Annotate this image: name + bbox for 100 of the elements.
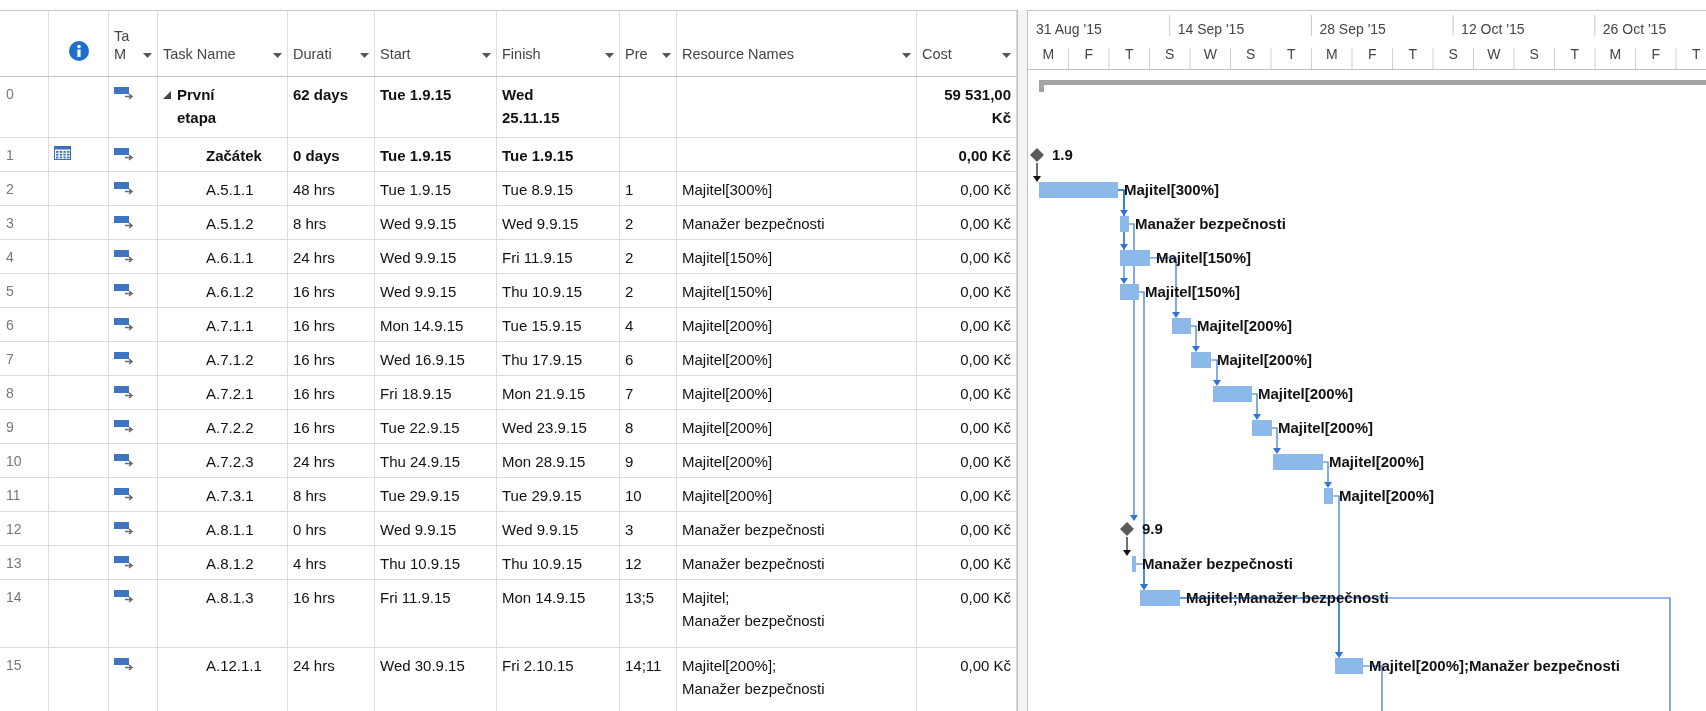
predecessors-cell-text: 8 — [625, 418, 634, 438]
start-date-cell-text: Fri 18.9.15 — [380, 384, 452, 404]
task-mode-icon — [114, 352, 134, 365]
resource-names-cell-text: Majitel[200%] — [682, 350, 773, 370]
duration-cell-text: 24 hrs — [293, 452, 335, 472]
duration-cell-text: 16 hrs — [293, 418, 335, 438]
row-number: 2 — [0, 172, 49, 205]
start-date-cell-text: Wed 9.9.15 — [380, 282, 457, 302]
task-bar — [1140, 590, 1180, 606]
cost-cell-text: 0,00 Kč — [960, 656, 1011, 676]
resource-names-cell-text: Majitel[300%] — [682, 180, 773, 200]
cost-cell-text: 0,00 Kč — [960, 418, 1011, 438]
task-name: A.6.1.2 — [206, 282, 254, 302]
duration-cell-text: 0 hrs — [293, 520, 327, 540]
start-date-cell-text: Wed 9.9.15 — [380, 520, 457, 540]
resource-names-cell-text: Majitel[200%] — [682, 452, 773, 472]
resource-names-cell-text: Majitel[200%] — [682, 486, 773, 506]
timescale-day-label: T — [1124, 46, 1134, 62]
task-name: A.5.1.1 — [206, 180, 254, 200]
finish-date-cell-text: Wed 9.9.15 — [502, 214, 579, 234]
cost-cell-text: 0,00 Kč — [960, 350, 1011, 370]
dropdown-caret-icon — [1002, 53, 1011, 58]
finish-date-cell-text: Fri 2.10.15 — [502, 656, 574, 676]
resource-label: Majitel[200%] — [1197, 317, 1293, 334]
duration-cell-text: 48 hrs — [293, 180, 335, 200]
cost-cell-text: 0,00 Kč — [960, 554, 1011, 574]
start-date-cell-text: Thu 10.9.15 — [380, 554, 461, 574]
milestone-date-label: 1.9 — [1052, 146, 1073, 163]
dropdown-caret-icon — [902, 53, 911, 58]
task-name: A.8.1.3 — [206, 588, 254, 608]
collapse-toggle[interactable] — [163, 91, 171, 99]
task-bar — [1132, 556, 1136, 572]
resource-names-cell-text: Manažer bezpečnosti — [682, 520, 825, 540]
dependency-arrow — [1322, 461, 1332, 488]
task-bar — [1172, 318, 1191, 334]
predecessors-cell-text: 9 — [625, 452, 634, 472]
dependency-arrow — [1033, 162, 1041, 182]
duration-cell-text: 62 days — [293, 85, 349, 105]
cost-cell-text: 0,00 Kč — [960, 452, 1011, 472]
resource-label: Majitel[200%] — [1329, 453, 1425, 470]
task-bar — [1120, 284, 1139, 300]
predecessors-cell-text: 2 — [625, 248, 634, 268]
resource-label: Majitel[200%] — [1278, 419, 1374, 436]
predecessors-cell-text: 7 — [625, 384, 634, 404]
predecessors-cell-text: 2 — [625, 214, 634, 234]
resource-names-cell-text: Majitel[200%] — [682, 418, 773, 438]
duration-cell-text: 4 hrs — [293, 554, 327, 574]
timescale-day-label: F — [1084, 46, 1094, 62]
task-name: Začátek — [206, 146, 262, 166]
row-number: 5 — [0, 274, 49, 307]
cost-cell-text: 0,00 Kč — [960, 248, 1011, 268]
start-date-cell-text: Fri 11.9.15 — [380, 588, 451, 608]
task-mode-icon — [114, 420, 134, 433]
dependency-arrow — [1123, 536, 1131, 556]
dropdown-caret-icon — [482, 53, 491, 58]
row-number: 0 — [0, 77, 49, 137]
resource-label: Majitel[200%] — [1217, 351, 1313, 368]
task-name: První etapa — [177, 85, 217, 128]
predecessors-cell-text: 14;11 — [625, 656, 662, 676]
finish-date-cell-text: Tue 1.9.15 — [502, 146, 574, 166]
task-mode-icon — [114, 148, 134, 161]
timescale-day-label: M — [1325, 46, 1338, 62]
predecessors-cell-text: 1 — [625, 180, 634, 200]
resource-names-cell-text: Majitel[150%] — [682, 248, 773, 268]
task-bar — [1324, 488, 1333, 504]
timescale-day-label: S — [1165, 46, 1175, 62]
task-mode-icon — [114, 590, 134, 603]
task-bar — [1273, 454, 1323, 470]
duration-cell-text: 24 hrs — [293, 656, 335, 676]
task-mode-icon — [114, 556, 134, 569]
timescale-date-label: 26 Oct '15 — [1602, 21, 1667, 37]
dropdown-caret-icon — [662, 53, 671, 58]
duration-cell-text: 0 days — [293, 146, 340, 166]
task-name: A.7.2.2 — [206, 418, 254, 438]
timescale-day-label: W — [1203, 46, 1217, 62]
task-mode-icon — [114, 182, 134, 195]
task-name: A.7.2.1 — [206, 384, 254, 404]
resource-names-cell-text: Manažer bezpečnosti — [682, 214, 825, 234]
start-date-cell-text: Wed 30.9.15 — [380, 656, 465, 676]
predecessors-cell-text: 6 — [625, 350, 634, 370]
timescale-day-label: F — [1651, 46, 1661, 62]
timescale-day-label: S — [1448, 46, 1458, 62]
timescale-date-label: 14 Sep '15 — [1177, 21, 1245, 37]
task-name: A.7.1.2 — [206, 350, 254, 370]
finish-date-cell-text: Tue 29.9.15 — [502, 486, 582, 506]
start-date-cell-text: Tue 29.9.15 — [380, 486, 460, 506]
dropdown-caret-icon — [360, 53, 369, 58]
timescale-day-label: W — [1487, 46, 1501, 62]
timescale-day-label: M — [1042, 46, 1055, 62]
cost-cell-text: 0,00 Kč — [960, 384, 1011, 404]
predecessors-cell-text: 2 — [625, 282, 634, 302]
row-number: 4 — [0, 240, 49, 273]
finish-date-cell-text: Mon 14.9.15 — [502, 588, 586, 608]
task-mode-icon — [114, 87, 134, 100]
row-number: 14 — [0, 580, 49, 647]
predecessors-cell-text: 12 — [625, 554, 642, 574]
task-bar — [1213, 386, 1252, 402]
row-number: 10 — [0, 444, 49, 477]
task-bar — [1120, 216, 1129, 232]
duration-cell-text: 8 hrs — [293, 486, 327, 506]
